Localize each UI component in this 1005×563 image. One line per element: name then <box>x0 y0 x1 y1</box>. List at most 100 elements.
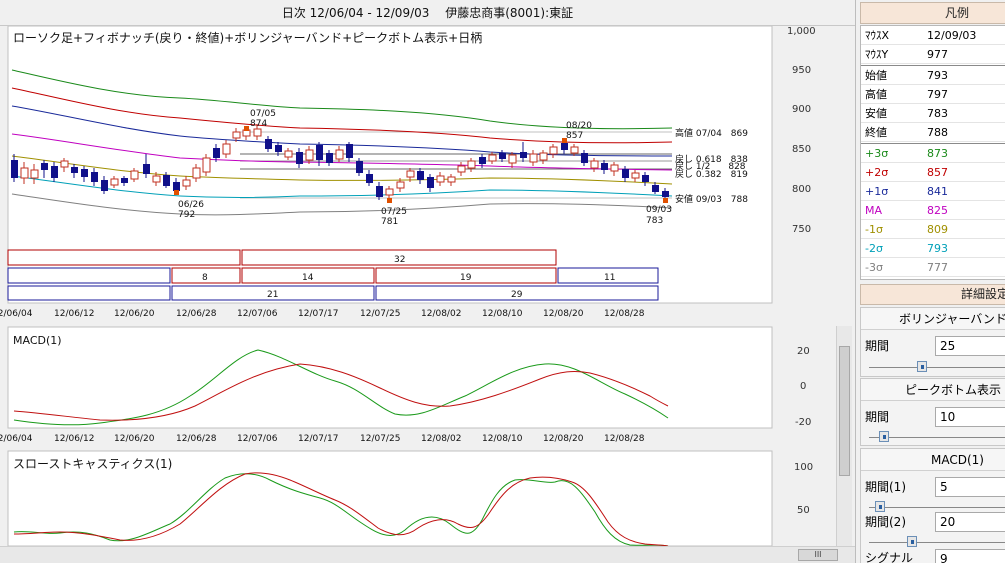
legend-key: 終値 <box>865 126 887 139</box>
macd-period1-input[interactable]: 5 <box>935 477 1005 497</box>
peakbottom-period-slider[interactable] <box>867 431 1005 443</box>
legend-table: ﾏｳｽX 12/09/03 ﾏｳｽY 977 始値 793 高値 797 安値 783 終… <box>860 25 1005 280</box>
date-tick: 12/07/25 <box>360 309 400 319</box>
price-tick: 1,000 <box>787 26 816 37</box>
date-tick: 12/08/02 <box>421 309 461 319</box>
peakbottom-settings-title: ピークボトム表示 <box>861 379 1005 401</box>
price-tick: 750 <box>792 224 811 235</box>
bollinger-period-input[interactable]: 25 <box>935 336 1005 356</box>
stochastics-tick: 50 <box>797 505 810 516</box>
legend-value: 783 <box>927 107 948 120</box>
vertical-scrollbar[interactable] <box>836 326 852 548</box>
date-tick: 12/08/20 <box>543 434 584 444</box>
legend-value: 793 <box>927 242 948 255</box>
date-tick: 12/08/28 <box>604 434 645 444</box>
fib-382-label: 戻し 0.382 819 <box>675 168 748 180</box>
legend-value: 873 <box>927 147 948 160</box>
stochastics-label: スローストキャスティクス(1) <box>13 457 172 471</box>
date-axis-main: 12/06/04 12/06/12 12/06/20 12/06/28 12/0… <box>0 309 645 319</box>
date-tick: 12/06/12 <box>54 309 94 319</box>
legend-value: 12/09/03 <box>927 29 977 42</box>
day-count: 19 <box>460 273 472 283</box>
macd-period2-label: 期間(2) <box>865 515 906 529</box>
peakbottom-period-label: 期間 <box>865 410 890 424</box>
legend-value: 809 <box>927 223 948 236</box>
detail-settings-header[interactable]: 詳細設定 <box>860 284 1005 305</box>
date-tick: 12/08/10 <box>482 309 523 319</box>
bottom-date-label: 07/25 <box>381 207 407 217</box>
legend-value: 777 <box>927 261 948 274</box>
legend-key: +3σ <box>865 147 889 160</box>
price-tick: 850 <box>792 144 811 155</box>
chart-title: 日次 12/06/04 - 12/09/03 伊藤忠商事(8001):東証 <box>0 0 855 26</box>
day-count: 14 <box>302 273 314 283</box>
stochastics-chart[interactable]: スローストキャスティクス(1) 100 50 <box>0 450 836 546</box>
peak-date-label: 07/05 <box>250 109 276 119</box>
date-tick: 12/07/06 <box>237 434 278 444</box>
bollinger-settings-title: ボリンジャーバンド <box>861 308 1005 330</box>
legend-key: 安値 <box>865 107 887 120</box>
day-count: 32 <box>394 255 405 265</box>
legend-value: 977 <box>927 48 948 61</box>
macd-label: MACD(1) <box>13 334 62 347</box>
macd-chart[interactable]: MACD(1) 20 0 -20 <box>0 326 836 430</box>
date-tick: 12/06/20 <box>114 434 155 444</box>
chart-area: 日次 12/06/04 - 12/09/03 伊藤忠商事(8001):東証 ロー… <box>0 0 855 563</box>
legend-key: -2σ <box>865 242 883 255</box>
legend-header: 凡例 <box>860 2 1005 24</box>
legend-key: MA <box>865 204 883 217</box>
legend-value: 841 <box>927 185 948 198</box>
peakbottom-settings-panel: ピークボトム表示 期間 10 <box>860 378 1005 446</box>
horizontal-scrollbar[interactable]: III <box>0 546 855 563</box>
slider-knob[interactable] <box>907 536 917 547</box>
date-tick: 12/06/28 <box>176 309 217 319</box>
legend-row: -2σ 793 <box>861 239 1005 258</box>
date-tick: 12/07/17 <box>298 434 338 444</box>
slider-knob[interactable] <box>917 361 927 372</box>
date-tick: 12/07/25 <box>360 434 400 444</box>
slider-track <box>869 437 1005 438</box>
vertical-scroll-thumb[interactable] <box>839 346 850 476</box>
legend-value: 825 <box>927 204 948 217</box>
slider-knob[interactable] <box>879 431 889 442</box>
slider-track <box>869 507 1005 508</box>
day-count: 21 <box>267 290 278 300</box>
legend-value: 857 <box>927 166 948 179</box>
legend-value: 793 <box>927 69 948 82</box>
legend-row: ﾏｳｽY 977 <box>861 45 1005 64</box>
date-axis-macd: 12/06/04 12/06/12 12/06/20 12/06/28 12/0… <box>0 434 645 444</box>
legend-row: -3σ 777 <box>861 258 1005 277</box>
macd-tick: -20 <box>795 417 811 428</box>
legend-key: 始値 <box>865 69 887 82</box>
legend-key: ﾏｳｽX <box>865 29 890 42</box>
macd-settings-title: MACD(1) <box>861 449 1005 471</box>
legend-key: -3σ <box>865 261 883 274</box>
horizontal-scroll-thumb[interactable]: III <box>798 549 838 561</box>
date-tick: 12/06/20 <box>114 309 155 319</box>
fib-high-label: 高値 07/04 869 <box>675 127 748 139</box>
legend-row: +3σ 873 <box>861 144 1005 163</box>
bollinger-period-slider[interactable] <box>867 361 1005 373</box>
legend-key: 高値 <box>865 88 887 101</box>
legend-row: 安値 783 <box>861 104 1005 123</box>
macd-period1-label: 期間(1) <box>865 480 906 494</box>
day-count: 29 <box>511 290 523 300</box>
bottom-value-label: 781 <box>381 217 398 227</box>
legend-row: -1σ 809 <box>861 220 1005 239</box>
date-tick: 12/07/17 <box>298 309 338 319</box>
price-tick: 950 <box>792 65 811 76</box>
bottom-value-label: 783 <box>646 216 663 226</box>
peak-date-label: 08/20 <box>566 121 592 131</box>
peakbottom-period-input[interactable]: 10 <box>935 407 1005 427</box>
bottom-value-label: 792 <box>178 210 195 220</box>
price-chart[interactable]: ローソク足+フィボナッチ(戻り・終値)+ボリンジャーバンド+ピークボトム表示+日… <box>0 26 855 304</box>
macd-period2-input[interactable]: 20 <box>935 512 1005 532</box>
day-count: 8 <box>202 273 208 283</box>
price-tick: 900 <box>792 104 811 115</box>
date-tick: 12/06/28 <box>176 434 217 444</box>
legend-row: 高値 797 <box>861 85 1005 104</box>
macd-settings-panel: MACD(1) 期間(1) 5 期間(2) 20 シグナル 9 <box>860 448 1005 563</box>
date-tick: 12/07/06 <box>237 309 278 319</box>
side-panel: 凡例 ﾏｳｽX 12/09/03 ﾏｳｽY 977 始値 793 高値 797 安値 78… <box>855 0 1005 563</box>
macd-signal-input[interactable]: 9 <box>935 549 1005 563</box>
